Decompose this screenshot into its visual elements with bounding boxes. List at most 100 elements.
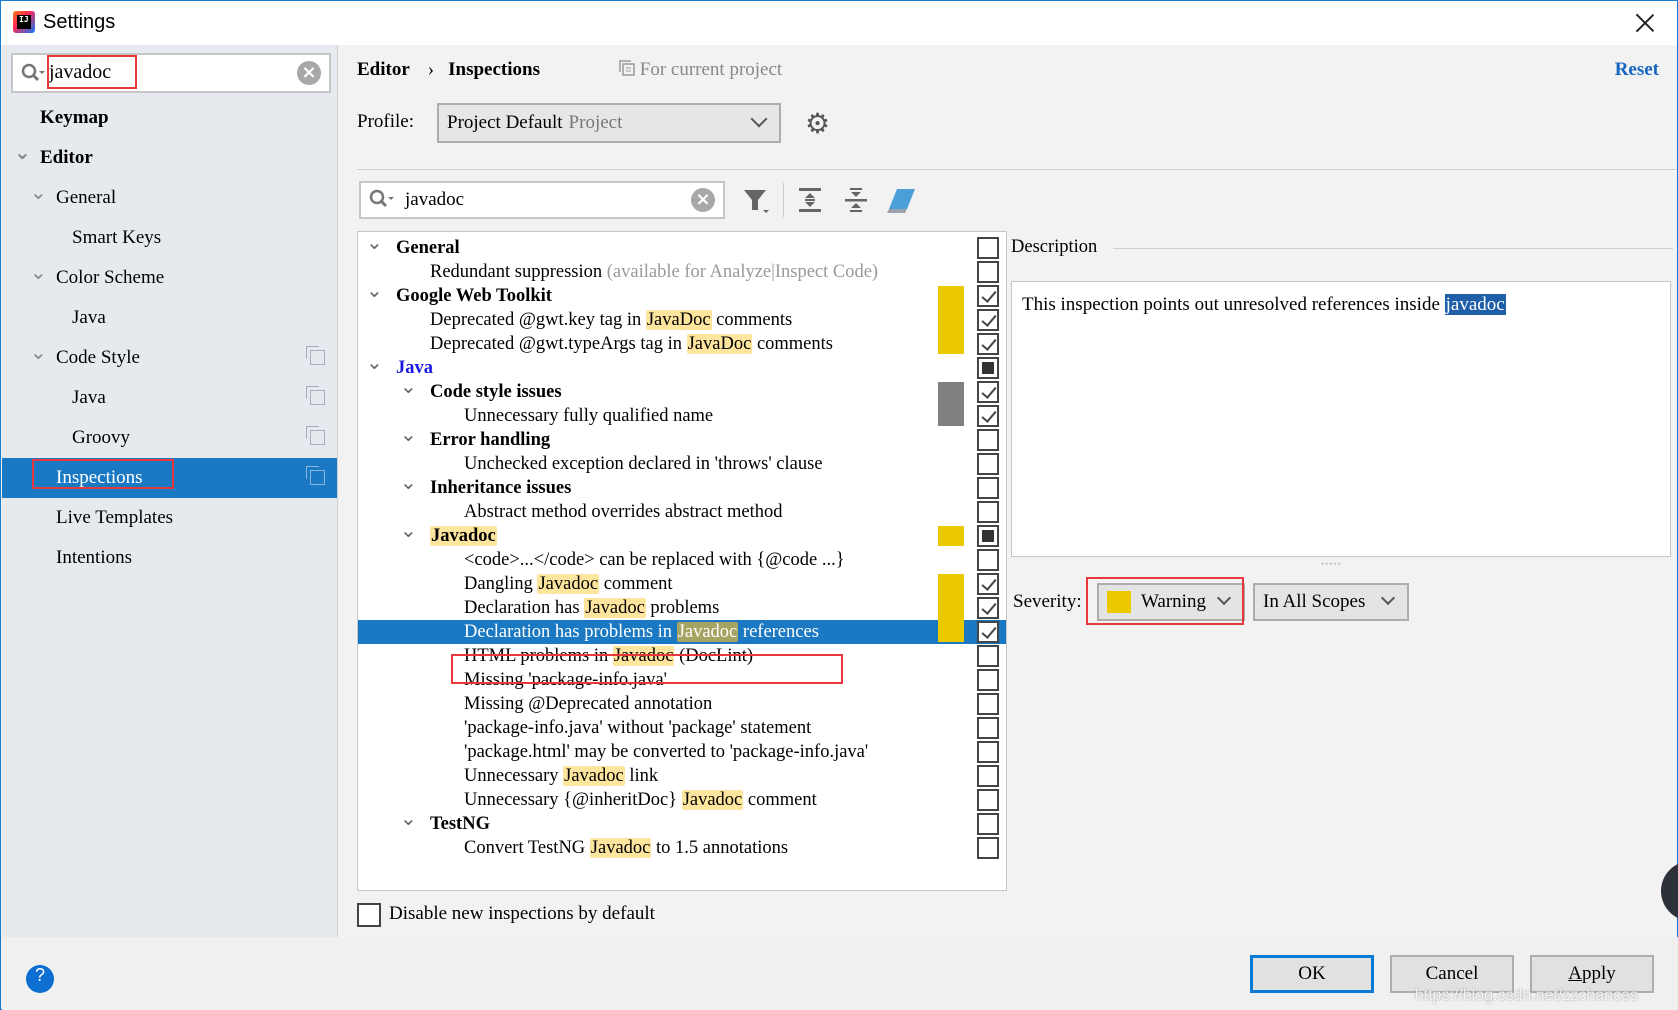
inspection-checkbox[interactable] [977,453,999,475]
sidebar-item-live-templates[interactable]: Live Templates [2,498,337,538]
inspection-checkbox[interactable] [977,381,999,403]
tree-row[interactable]: Deprecated @gwt.typeArgs tag in JavaDoc … [358,332,1006,356]
inspection-checkbox[interactable] [977,837,999,859]
chevron-down-icon[interactable]: ⌄ [400,470,417,494]
tree-row[interactable]: <code>...</code> can be replaced with {@… [358,548,1006,572]
inspection-checkbox[interactable] [977,573,999,595]
profile-dropdown[interactable]: Project Default Project [437,103,781,143]
sidebar-item-label: Live Templates [56,507,174,528]
chevron-down-icon[interactable]: ⌄ [400,518,417,542]
sidebar-item-java[interactable]: Java [2,378,337,418]
label-text: Google Web Toolkit [396,286,552,306]
chevron-down-icon[interactable]: ⌄ [366,350,383,374]
sidebar-item-inspections[interactable]: Inspections [2,458,337,498]
chevron-down-icon[interactable]: ⌄ [400,374,417,398]
expand-all-icon[interactable] [795,185,825,215]
inspection-checkbox[interactable] [977,429,999,451]
inspection-checkbox[interactable] [977,309,999,331]
tree-row[interactable]: Declaration has problems in Javadoc refe… [358,620,1006,644]
inspection-checkbox[interactable] [977,813,999,835]
inspection-checkbox[interactable] [977,597,999,619]
sidebar-item-editor[interactable]: ⌄ Editor [2,138,337,178]
sidebar-item-smart-keys[interactable]: Smart Keys [2,218,337,258]
tree-row-label: Unnecessary Javadoc link [464,764,658,788]
sidebar-item-label: Smart Keys [72,227,162,248]
dialog-footer: ? OK Cancel Apply https://blog.csdn.net/… [2,937,1678,1010]
tree-row[interactable]: 'package.html' may be converted to 'pack… [358,740,1006,764]
inspection-checkbox[interactable] [977,501,999,523]
inspection-checkbox[interactable] [977,717,999,739]
inspection-checkbox[interactable] [977,693,999,715]
tree-group-row[interactable]: ⌄ Code style issues [358,374,1006,404]
inspection-checkbox[interactable] [977,525,999,547]
tree-row[interactable]: Unchecked exception declared in 'throws'… [358,452,1006,476]
tree-group-row[interactable]: ⌄ General [358,232,1006,260]
tree-group-row[interactable]: ⌄ Error handling [358,422,1006,452]
tree-group-row[interactable]: ⌄ TestNG [358,806,1006,836]
chevron-down-icon[interactable]: ⌄ [30,172,47,212]
sidebar-item-intentions[interactable]: Intentions [2,538,337,578]
inspection-checkbox[interactable] [977,621,999,643]
description-text: This inspection points out unresolved re… [1022,294,1445,315]
chevron-down-icon[interactable]: ⌄ [30,252,47,292]
inspection-checkbox[interactable] [977,285,999,307]
inspection-checkbox[interactable] [977,789,999,811]
chevron-down-icon[interactable]: ⌄ [366,232,383,254]
reset-to-default-icon[interactable] [887,185,917,215]
sidebar-item-keymap[interactable]: Keymap [2,98,337,138]
search-match-highlight: Javadoc [681,790,744,810]
sidebar-item-code-style[interactable]: ⌄ Code Style [2,338,337,378]
clear-icon[interactable]: × [691,188,715,212]
scope-dropdown[interactable]: In All Scopes [1253,583,1409,621]
sidebar-item-general[interactable]: ⌄ General [2,178,337,218]
tree-row[interactable]: Unnecessary {@inheritDoc} Javadoc commen… [358,788,1006,812]
inspection-checkbox[interactable] [977,237,999,259]
tree-row[interactable]: Unnecessary Javadoc link [358,764,1006,788]
tree-row[interactable]: Abstract method overrides abstract metho… [358,500,1006,524]
gear-icon[interactable]: ⚙ [805,107,830,140]
tree-group-row[interactable]: ⌄ Javadoc [358,518,1006,548]
breadcrumb-editor[interactable]: Editor [357,59,410,80]
tree-group-row[interactable]: ⌄ Java [358,350,1006,380]
tree-row[interactable]: Redundant suppression (available for Ana… [358,260,1006,284]
inspection-checkbox[interactable] [977,333,999,355]
tree-row[interactable]: Deprecated @gwt.key tag in JavaDoc comme… [358,308,1006,332]
sidebar-item-color-scheme[interactable]: ⌄ Color Scheme [2,258,337,298]
chevron-down-icon[interactable]: ⌄ [14,132,31,172]
inspection-checkbox[interactable] [977,357,999,379]
ok-button[interactable]: OK [1250,955,1374,993]
close-icon[interactable] [1631,9,1659,37]
chevron-down-icon[interactable]: ⌄ [366,278,383,302]
sidebar-item-java[interactable]: Java [2,298,337,338]
collapse-all-icon[interactable] [841,185,871,215]
disable-new-inspections-checkbox[interactable] [357,903,381,927]
inspection-search-input[interactable]: javadoc × [359,181,725,219]
splitter-handle[interactable]: ••••• [1321,559,1342,569]
tree-row[interactable]: Declaration has Javadoc problems [358,596,1006,620]
label-text: TestNG [430,814,490,834]
inspection-checkbox[interactable] [977,477,999,499]
tree-group-row[interactable]: ⌄ Inheritance issues [358,470,1006,500]
chevron-down-icon[interactable]: ⌄ [30,332,47,372]
filter-icon[interactable] [741,185,771,215]
tree-row[interactable]: Unnecessary fully qualified name [358,404,1006,428]
inspection-checkbox[interactable] [977,669,999,691]
inspection-checkbox[interactable] [977,765,999,787]
chevron-down-icon[interactable]: ⌄ [400,422,417,446]
tree-row[interactable]: Convert TestNG Javadoc to 1.5 annotation… [358,836,1006,860]
sidebar-item-groovy[interactable]: Groovy [2,418,337,458]
inspection-checkbox[interactable] [977,645,999,667]
help-icon[interactable]: ? [26,965,54,993]
inspection-checkbox[interactable] [977,549,999,571]
tree-row[interactable]: 'package-info.java' without 'package' st… [358,716,1006,740]
chevron-down-icon[interactable]: ⌄ [400,806,417,830]
clear-icon[interactable]: × [297,61,321,85]
inspection-checkbox[interactable] [977,405,999,427]
copy-icon [306,346,325,365]
inspection-checkbox[interactable] [977,741,999,763]
tree-row[interactable]: Missing @Deprecated annotation [358,692,1006,716]
inspection-checkbox[interactable] [977,261,999,283]
tree-row[interactable]: Dangling Javadoc comment [358,572,1006,596]
tree-group-row[interactable]: ⌄ Google Web Toolkit [358,278,1006,308]
reset-link[interactable]: Reset [1615,59,1659,81]
